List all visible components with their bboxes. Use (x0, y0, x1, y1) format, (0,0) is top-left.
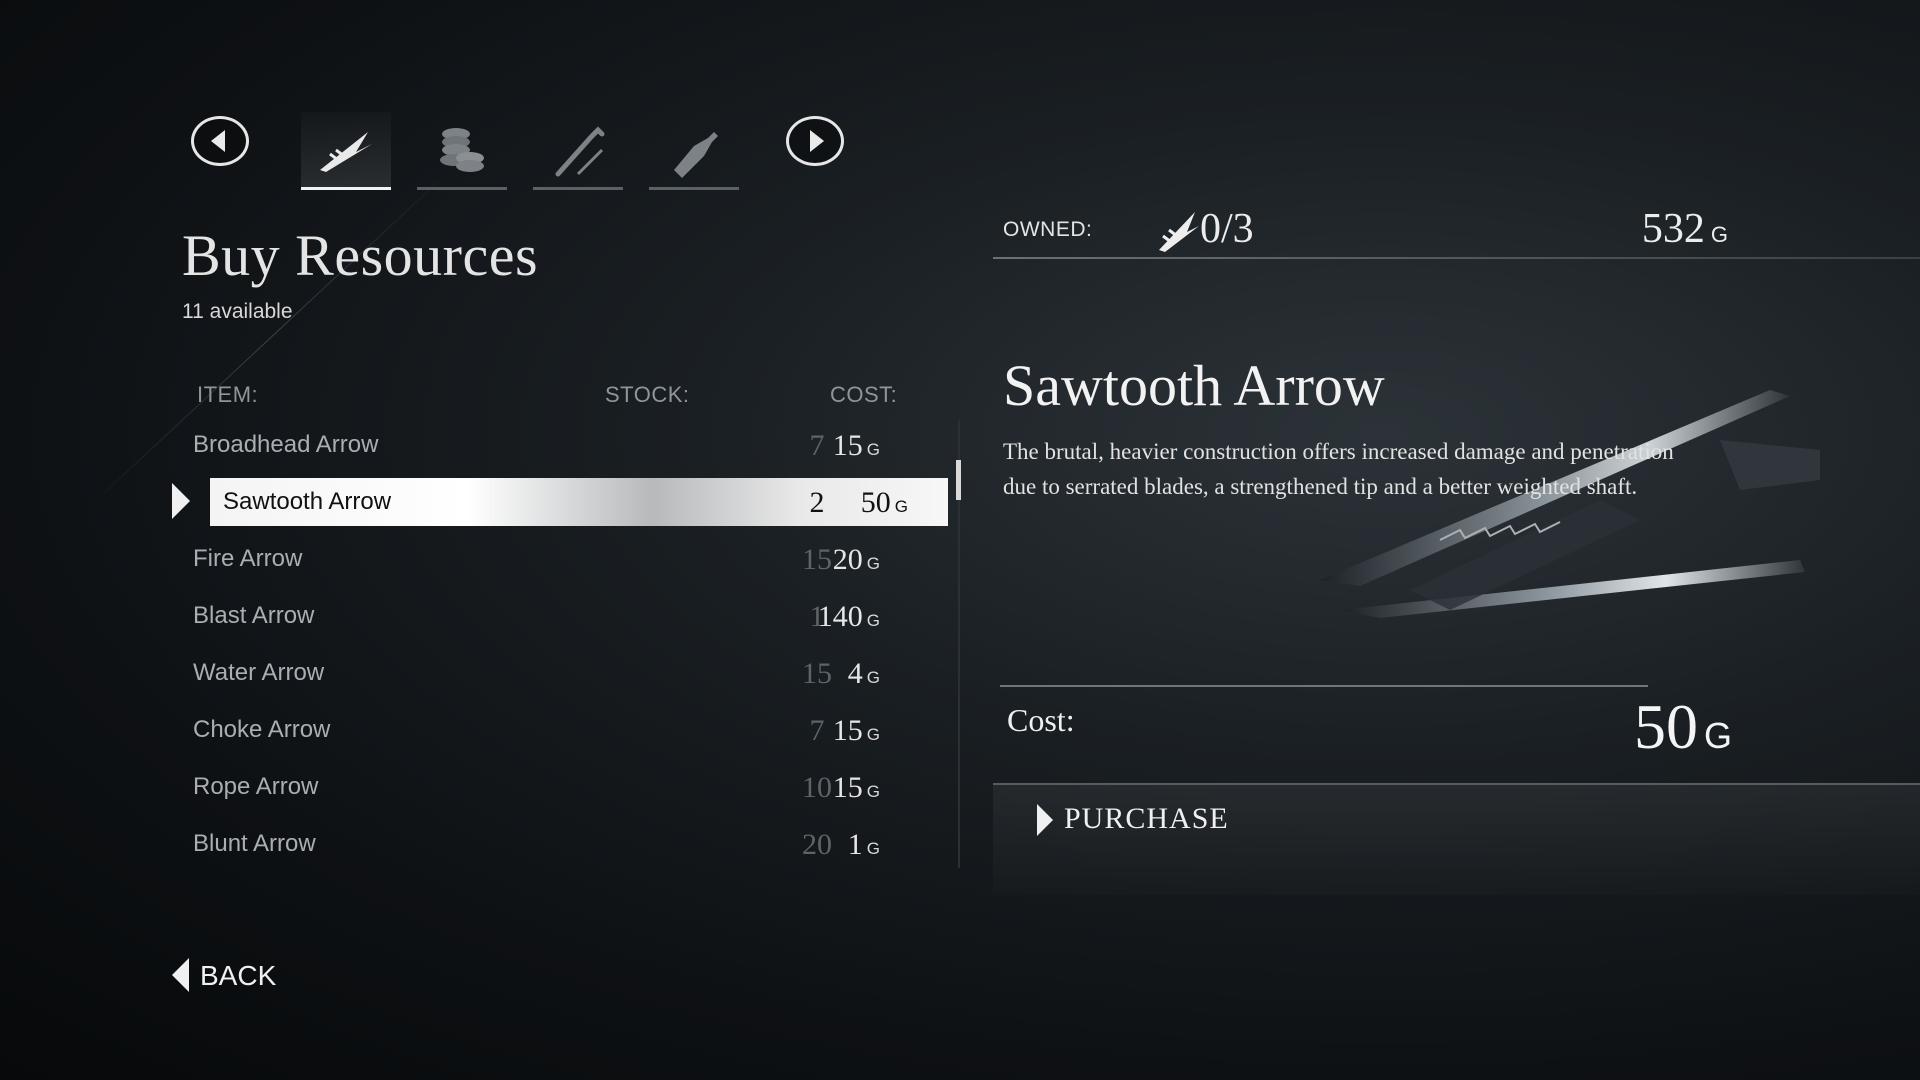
previous-category-button[interactable] (191, 116, 249, 166)
item-cost: 50 G (860, 486, 908, 519)
back-button[interactable]: BACK (200, 960, 276, 992)
tab-coins[interactable] (417, 112, 507, 190)
item-name: Broadhead Arrow (193, 431, 379, 458)
list-item-selected[interactable]: Sawtooth Arrow 2 50 G (210, 478, 948, 526)
arrow-icon (320, 132, 372, 172)
item-name: Choke Arrow (193, 716, 331, 743)
selection-pointer-icon (172, 483, 190, 519)
item-name: Rope Arrow (193, 773, 319, 800)
sawtooth-arrow-image (1320, 390, 1820, 618)
list-item[interactable]: Water Arrow 15 4G (175, 649, 955, 697)
owned-count: 0/3 (1200, 206, 1254, 252)
chevron-left-icon (211, 130, 225, 152)
page-title: Buy Resources (182, 223, 539, 288)
item-name: Fire Arrow (193, 545, 303, 572)
available-count: 11 available (182, 300, 293, 323)
cost-value: 50 G (1633, 691, 1732, 762)
bottle-icon (674, 132, 718, 178)
item-cost: 15 G (832, 714, 880, 747)
chevron-right-icon (810, 130, 824, 152)
tab-arrows[interactable] (301, 112, 391, 190)
next-category-button[interactable] (786, 116, 844, 166)
item-cost: 1G (847, 828, 880, 861)
purchase-button[interactable]: PURCHASE (1064, 802, 1229, 836)
list-item[interactable]: Broadhead Arrow 7 15 G (175, 421, 955, 469)
tab-consumables[interactable] (649, 112, 739, 190)
crowbar-icon (555, 126, 605, 177)
item-cost: 4G (847, 657, 880, 690)
coins-icon (440, 128, 484, 172)
item-name: Sawtooth Arrow (223, 488, 392, 515)
gold-balance: 532 G (1641, 206, 1728, 252)
item-description: The brutal, heavier construction offers … (1003, 439, 1674, 499)
item-name: Blast Arrow (193, 602, 315, 629)
list-item[interactable]: Fire Arrow 15 20 G (175, 535, 955, 583)
list-item[interactable]: Choke Arrow 7 15 G (175, 706, 955, 754)
item-cost: 20 G (832, 543, 880, 576)
list-scrollbar-thumb[interactable] (956, 460, 961, 500)
play-arrow-icon (1037, 804, 1053, 836)
divider (993, 257, 1920, 259)
divider (1000, 685, 1648, 687)
owned-arrow-icon (1155, 206, 1201, 259)
item-name: Water Arrow (193, 659, 325, 686)
list-item[interactable]: Blast Arrow 1 140 G (175, 592, 955, 640)
item-cost: 15 G (832, 429, 880, 462)
column-header-stock: STOCK: (605, 382, 690, 407)
column-header-item: ITEM: (197, 382, 259, 407)
item-name: Blunt Arrow (193, 830, 316, 857)
owned-label: OWNED: (1003, 218, 1093, 241)
purchase-bar (993, 783, 1920, 895)
item-cost: 15 G (832, 771, 880, 804)
list-item[interactable]: Blunt Arrow 20 1G (175, 820, 955, 868)
back-arrow-icon[interactable] (172, 958, 189, 992)
item-cost: 140 G (817, 600, 880, 633)
column-header-cost: COST: (830, 382, 898, 407)
tab-tools[interactable] (533, 112, 623, 190)
cost-label: Cost: (1007, 702, 1075, 738)
list-item[interactable]: Rope Arrow 10 15 G (175, 763, 955, 811)
item-title: Sawtooth Arrow (1003, 353, 1385, 418)
